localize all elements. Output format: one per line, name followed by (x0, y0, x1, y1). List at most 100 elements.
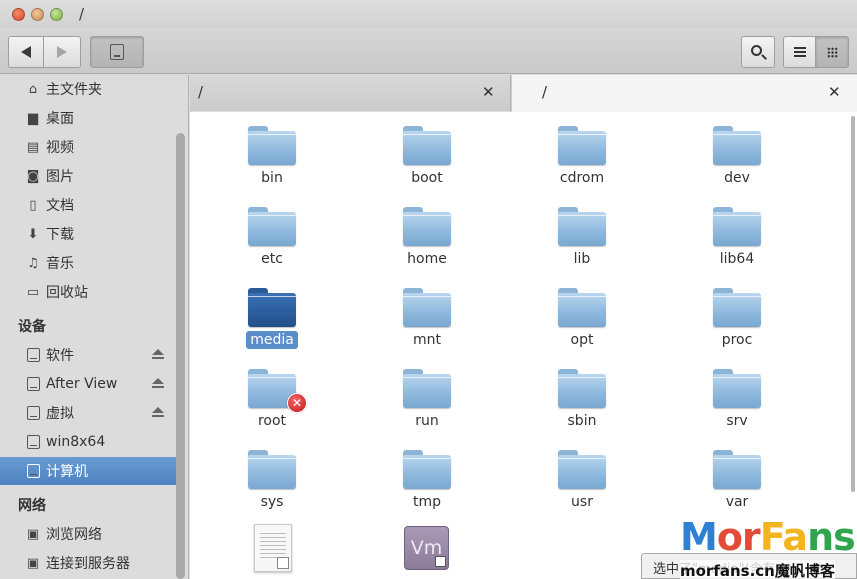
sidebar-item-pictures[interactable]: ◙ 图片 (0, 162, 176, 190)
folder-icon (713, 288, 761, 327)
folder-label: lib64 (719, 251, 755, 267)
toolbar (0, 28, 857, 74)
sidebar-item-label: 软件 (46, 348, 74, 364)
sidebar-item-label: 浏览网络 (46, 527, 102, 543)
folder-icon (713, 126, 761, 165)
folder-item-srv[interactable]: srv (677, 355, 797, 431)
folder-label: tmp (412, 494, 441, 510)
sidebar-item-browse-network[interactable]: ▣ 浏览网络 (0, 520, 176, 548)
eject-icon[interactable] (152, 407, 164, 419)
folder-icon: ▆ (28, 110, 38, 126)
folder-icon (248, 126, 296, 165)
text-file-link-icon[interactable] (254, 524, 292, 572)
folder-icon (403, 450, 451, 489)
folder-item-sys[interactable]: sys (212, 436, 332, 512)
folder-label: usr (571, 494, 593, 510)
folder-item-root[interactable]: ✕ root (212, 355, 332, 431)
watermark-logo: MorFans (680, 515, 856, 559)
folder-item-boot[interactable]: boot (367, 112, 487, 188)
eject-icon[interactable] (152, 349, 164, 361)
sidebar-item-label: win8x64 (46, 434, 106, 450)
folder-item-run[interactable]: run (367, 355, 487, 431)
watermark-text: morfans.cn魔帆博客 (680, 560, 835, 579)
folder-icon (403, 207, 451, 246)
network-icon: ▣ (26, 526, 40, 542)
back-button[interactable] (8, 36, 44, 68)
watermark: MorFans morfans.cn魔帆博客 (680, 518, 857, 579)
list-view-button[interactable] (783, 36, 816, 68)
drive-icon (25, 376, 41, 392)
tab-2[interactable]: / ✕ (512, 75, 857, 112)
title-bar: / (0, 0, 857, 28)
drive-icon (25, 347, 41, 363)
sidebar-item-after-view[interactable]: After View (0, 370, 176, 398)
folder-item-tmp[interactable]: tmp (367, 436, 487, 512)
sidebar-item-desktop[interactable]: ▆ 桌面 (0, 104, 176, 132)
no-access-icon: ✕ (287, 393, 307, 413)
sidebar-item-computer[interactable]: 计算机 (0, 457, 176, 485)
folder-label: lib (573, 251, 591, 267)
folder-icon (248, 450, 296, 489)
folder-icon (558, 450, 606, 489)
sidebar-item-virtual[interactable]: 虚拟 (0, 399, 176, 427)
grid-view-button[interactable] (815, 36, 849, 68)
search-button[interactable] (741, 36, 775, 68)
maximize-window-button[interactable] (50, 8, 63, 21)
location-drive-button[interactable] (90, 36, 144, 68)
vmware-link-icon[interactable]: Vm (404, 526, 449, 570)
folder-item-mnt[interactable]: mnt (367, 274, 487, 350)
folder-label: proc (721, 332, 753, 348)
folder-label: boot (411, 170, 443, 186)
sidebar-item-label: 连接到服务器 (46, 556, 130, 572)
folder-item-sbin[interactable]: sbin (522, 355, 642, 431)
sidebar-item-label: 图片 (46, 169, 74, 185)
vm-glyph: Vm (410, 537, 443, 559)
sidebar-item-documents[interactable]: ▯ 文档 (0, 191, 176, 219)
folder-item-dev[interactable]: dev (677, 112, 797, 188)
music-icon: ♫ (27, 255, 39, 271)
folder-item-etc[interactable]: etc (212, 193, 332, 269)
sidebar-item-software[interactable]: 软件 (0, 341, 176, 369)
folder-item-cdrom[interactable]: cdrom (522, 112, 642, 188)
folder-item-var[interactable]: var (677, 436, 797, 512)
folder-icon (403, 369, 451, 408)
content-scrollbar[interactable] (851, 116, 855, 492)
folder-icon (403, 126, 451, 165)
tab-1[interactable]: / ✕ (190, 75, 511, 111)
folder-item-media[interactable]: media (212, 274, 332, 350)
folder-item-lib[interactable]: lib (522, 193, 642, 269)
close-tab-icon[interactable]: ✕ (828, 83, 841, 101)
folder-label: media (212, 331, 332, 349)
sidebar-item-win8x64[interactable]: win8x64 (0, 428, 176, 456)
sidebar-item-home[interactable]: ⌂ 主文件夹 (0, 75, 176, 103)
close-tab-icon[interactable]: ✕ (482, 83, 495, 101)
minimize-window-button[interactable] (31, 8, 44, 21)
forward-button[interactable] (43, 36, 81, 68)
close-window-button[interactable] (12, 8, 25, 21)
tab-bar: / ✕ / ✕ (190, 75, 857, 112)
network-header: 网络 (18, 498, 46, 514)
folder-item-usr[interactable]: usr (522, 436, 642, 512)
eject-icon[interactable] (152, 378, 164, 390)
sidebar-item-connect-server[interactable]: ▣ 连接到服务器 (0, 549, 176, 577)
file-view: bin boot cdrom dev etc home lib lib64 media mnt op… (190, 112, 857, 579)
folder-label: run (415, 413, 439, 429)
sidebar-item-music[interactable]: ♫ 音乐 (0, 249, 176, 277)
folder-label: sys (260, 494, 284, 510)
folder-item-bin[interactable]: bin (212, 112, 332, 188)
folder-item-proc[interactable]: proc (677, 274, 797, 350)
sidebar-item-label: 文档 (46, 198, 74, 214)
sidebar-item-videos[interactable]: ▤ 视频 (0, 133, 176, 161)
tab-label: / (542, 83, 548, 101)
sidebar-item-label: 虚拟 (46, 406, 74, 422)
sidebar-item-downloads[interactable]: ⬇ 下载 (0, 220, 176, 248)
folder-label: var (725, 494, 749, 510)
home-icon: ⌂ (28, 81, 38, 97)
grid-icon (826, 46, 838, 58)
folder-item-opt[interactable]: opt (522, 274, 642, 350)
sidebar-item-trash[interactable]: ▭ 回收站 (0, 278, 176, 306)
sidebar-scrollbar[interactable] (176, 133, 185, 579)
folder-item-home[interactable]: home (367, 193, 487, 269)
folder-item-lib64[interactable]: lib64 (677, 193, 797, 269)
camera-icon: ◙ (26, 168, 40, 184)
